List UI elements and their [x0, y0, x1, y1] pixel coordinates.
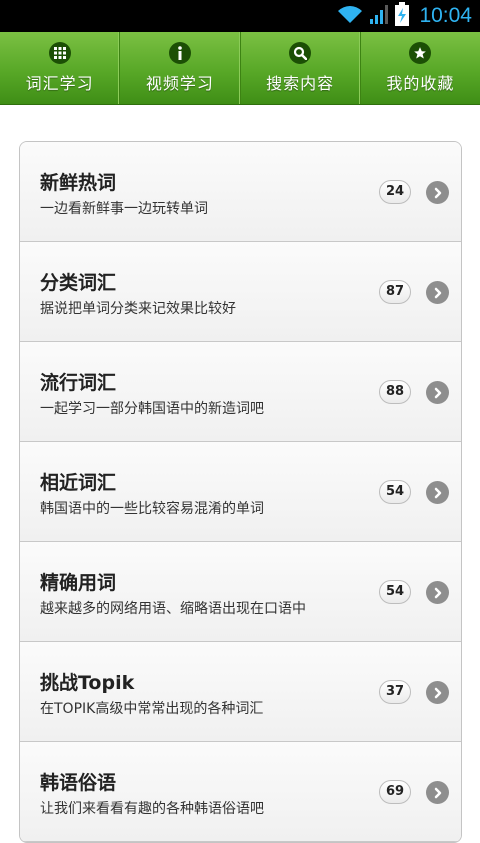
tab-label: 视频学习 — [145, 74, 214, 93]
item-title: 新鲜热词 — [40, 172, 117, 194]
star-icon — [409, 42, 432, 64]
count-badge: 69 — [379, 780, 411, 804]
item-title: 精确用词 — [40, 572, 117, 594]
battery-charging-icon — [395, 2, 410, 30]
status-bar: 10:04 — [0, 0, 480, 32]
count-badge: 54 — [379, 580, 411, 604]
tab-favorites[interactable]: 我的收藏 — [361, 32, 480, 104]
grid-icon — [48, 42, 71, 64]
item-subtitle: 一边看新鲜事一边玩转单词 — [40, 201, 208, 217]
status-icons: 10:04 — [337, 0, 472, 32]
info-icon — [168, 42, 191, 64]
item-title: 流行词汇 — [40, 372, 117, 394]
tab-label: 搜索内容 — [266, 74, 335, 93]
signal-icon — [369, 3, 389, 29]
item-subtitle: 一起学习一部分韩国语中的新造词吧 — [40, 401, 264, 417]
category-list: 新鲜热词 一边看新鲜事一边玩转单词 24 分类词汇 据说把单词分类来记效果比较好… — [19, 141, 462, 843]
item-title: 韩语俗语 — [40, 772, 117, 794]
list-item[interactable]: 韩语俗语 让我们来看看有趣的各种韩语俗语吧 69 — [20, 742, 461, 842]
item-subtitle: 韩国语中的一些比较容易混淆的单词 — [40, 501, 264, 517]
status-time: 10:04 — [419, 4, 472, 27]
list-item[interactable]: 挑战Topik 在TOPIK高级中常常出现的各种词汇 37 — [20, 642, 461, 742]
wifi-icon — [337, 3, 363, 29]
list-item[interactable]: 流行词汇 一起学习一部分韩国语中的新造词吧 88 — [20, 342, 461, 442]
count-badge: 88 — [379, 380, 411, 404]
chevron-right-icon[interactable] — [426, 281, 449, 304]
tab-video[interactable]: 视频学习 — [120, 32, 241, 104]
item-subtitle: 在TOPIK高级中常常出现的各种词汇 — [40, 701, 264, 717]
top-nav: 词汇学习 视频学习 搜索内容 我的收藏 — [0, 32, 480, 105]
list-item[interactable]: 分类词汇 据说把单词分类来记效果比较好 87 — [20, 242, 461, 342]
chevron-right-icon[interactable] — [426, 381, 449, 404]
search-icon — [289, 42, 312, 64]
count-badge: 24 — [379, 180, 411, 204]
chevron-right-icon[interactable] — [426, 681, 449, 704]
count-badge: 54 — [379, 480, 411, 504]
item-title: 挑战Topik — [40, 672, 135, 694]
chevron-right-icon[interactable] — [426, 481, 449, 504]
list-item[interactable]: 新鲜热词 一边看新鲜事一边玩转单词 24 — [20, 142, 461, 242]
chevron-right-icon[interactable] — [426, 581, 449, 604]
item-subtitle: 据说把单词分类来记效果比较好 — [40, 301, 236, 317]
tab-label: 我的收藏 — [386, 74, 455, 93]
list-item[interactable]: 精确用词 越来越多的网络用语、缩略语出现在口语中 54 — [20, 542, 461, 642]
count-badge: 87 — [379, 280, 411, 304]
item-title: 分类词汇 — [40, 272, 117, 294]
item-subtitle: 让我们来看看有趣的各种韩语俗语吧 — [40, 801, 264, 817]
chevron-right-icon[interactable] — [426, 781, 449, 804]
chevron-right-icon[interactable] — [426, 181, 449, 204]
list-item[interactable]: 相近词汇 韩国语中的一些比较容易混淆的单词 54 — [20, 442, 461, 542]
count-badge: 37 — [379, 680, 411, 704]
tab-vocabulary[interactable]: 词汇学习 — [0, 32, 121, 104]
tab-label: 词汇学习 — [25, 74, 94, 93]
tab-search[interactable]: 搜索内容 — [241, 32, 361, 104]
item-subtitle: 越来越多的网络用语、缩略语出现在口语中 — [40, 601, 306, 617]
item-title: 相近词汇 — [40, 472, 117, 494]
